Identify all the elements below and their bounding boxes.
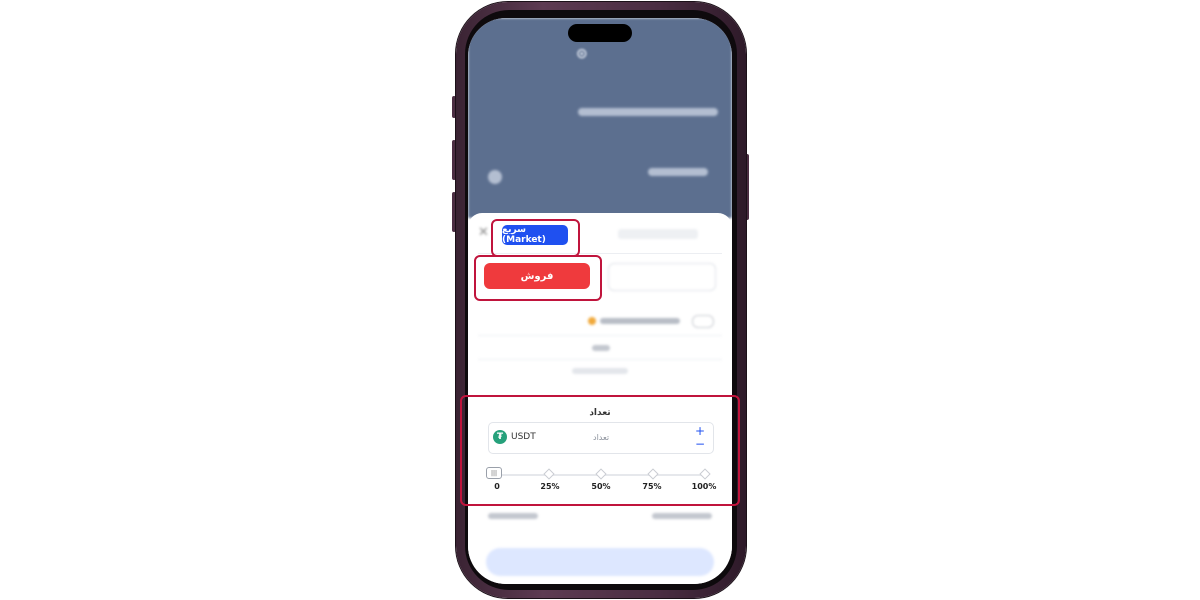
price-field[interactable] [572,368,628,374]
background-app-overlay [468,18,732,218]
available-balance-row [488,513,712,521]
close-icon[interactable]: ✕ [478,225,489,240]
buy-button[interactable] [608,263,716,291]
tab-limit-order[interactable] [618,229,698,239]
submit-order-button[interactable] [486,548,714,576]
highlight-quantity-section [460,395,740,506]
highlight-market-tab [491,219,580,257]
price-field-label [592,345,610,351]
app-logo: ⊙ [576,46,588,62]
stop-market-toggle-row[interactable] [588,315,714,328]
dynamic-island [568,24,632,42]
highlight-sell-button [474,255,602,301]
